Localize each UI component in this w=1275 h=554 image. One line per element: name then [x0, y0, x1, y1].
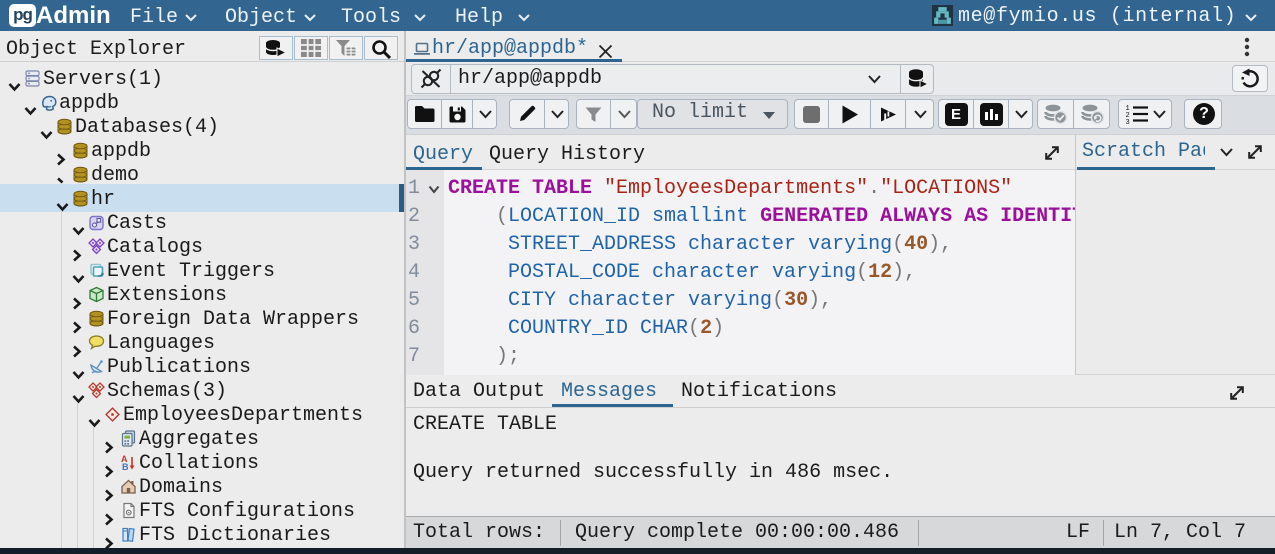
- svg-text:B: B: [122, 462, 129, 471]
- svg-text:3: 3: [1126, 119, 1130, 124]
